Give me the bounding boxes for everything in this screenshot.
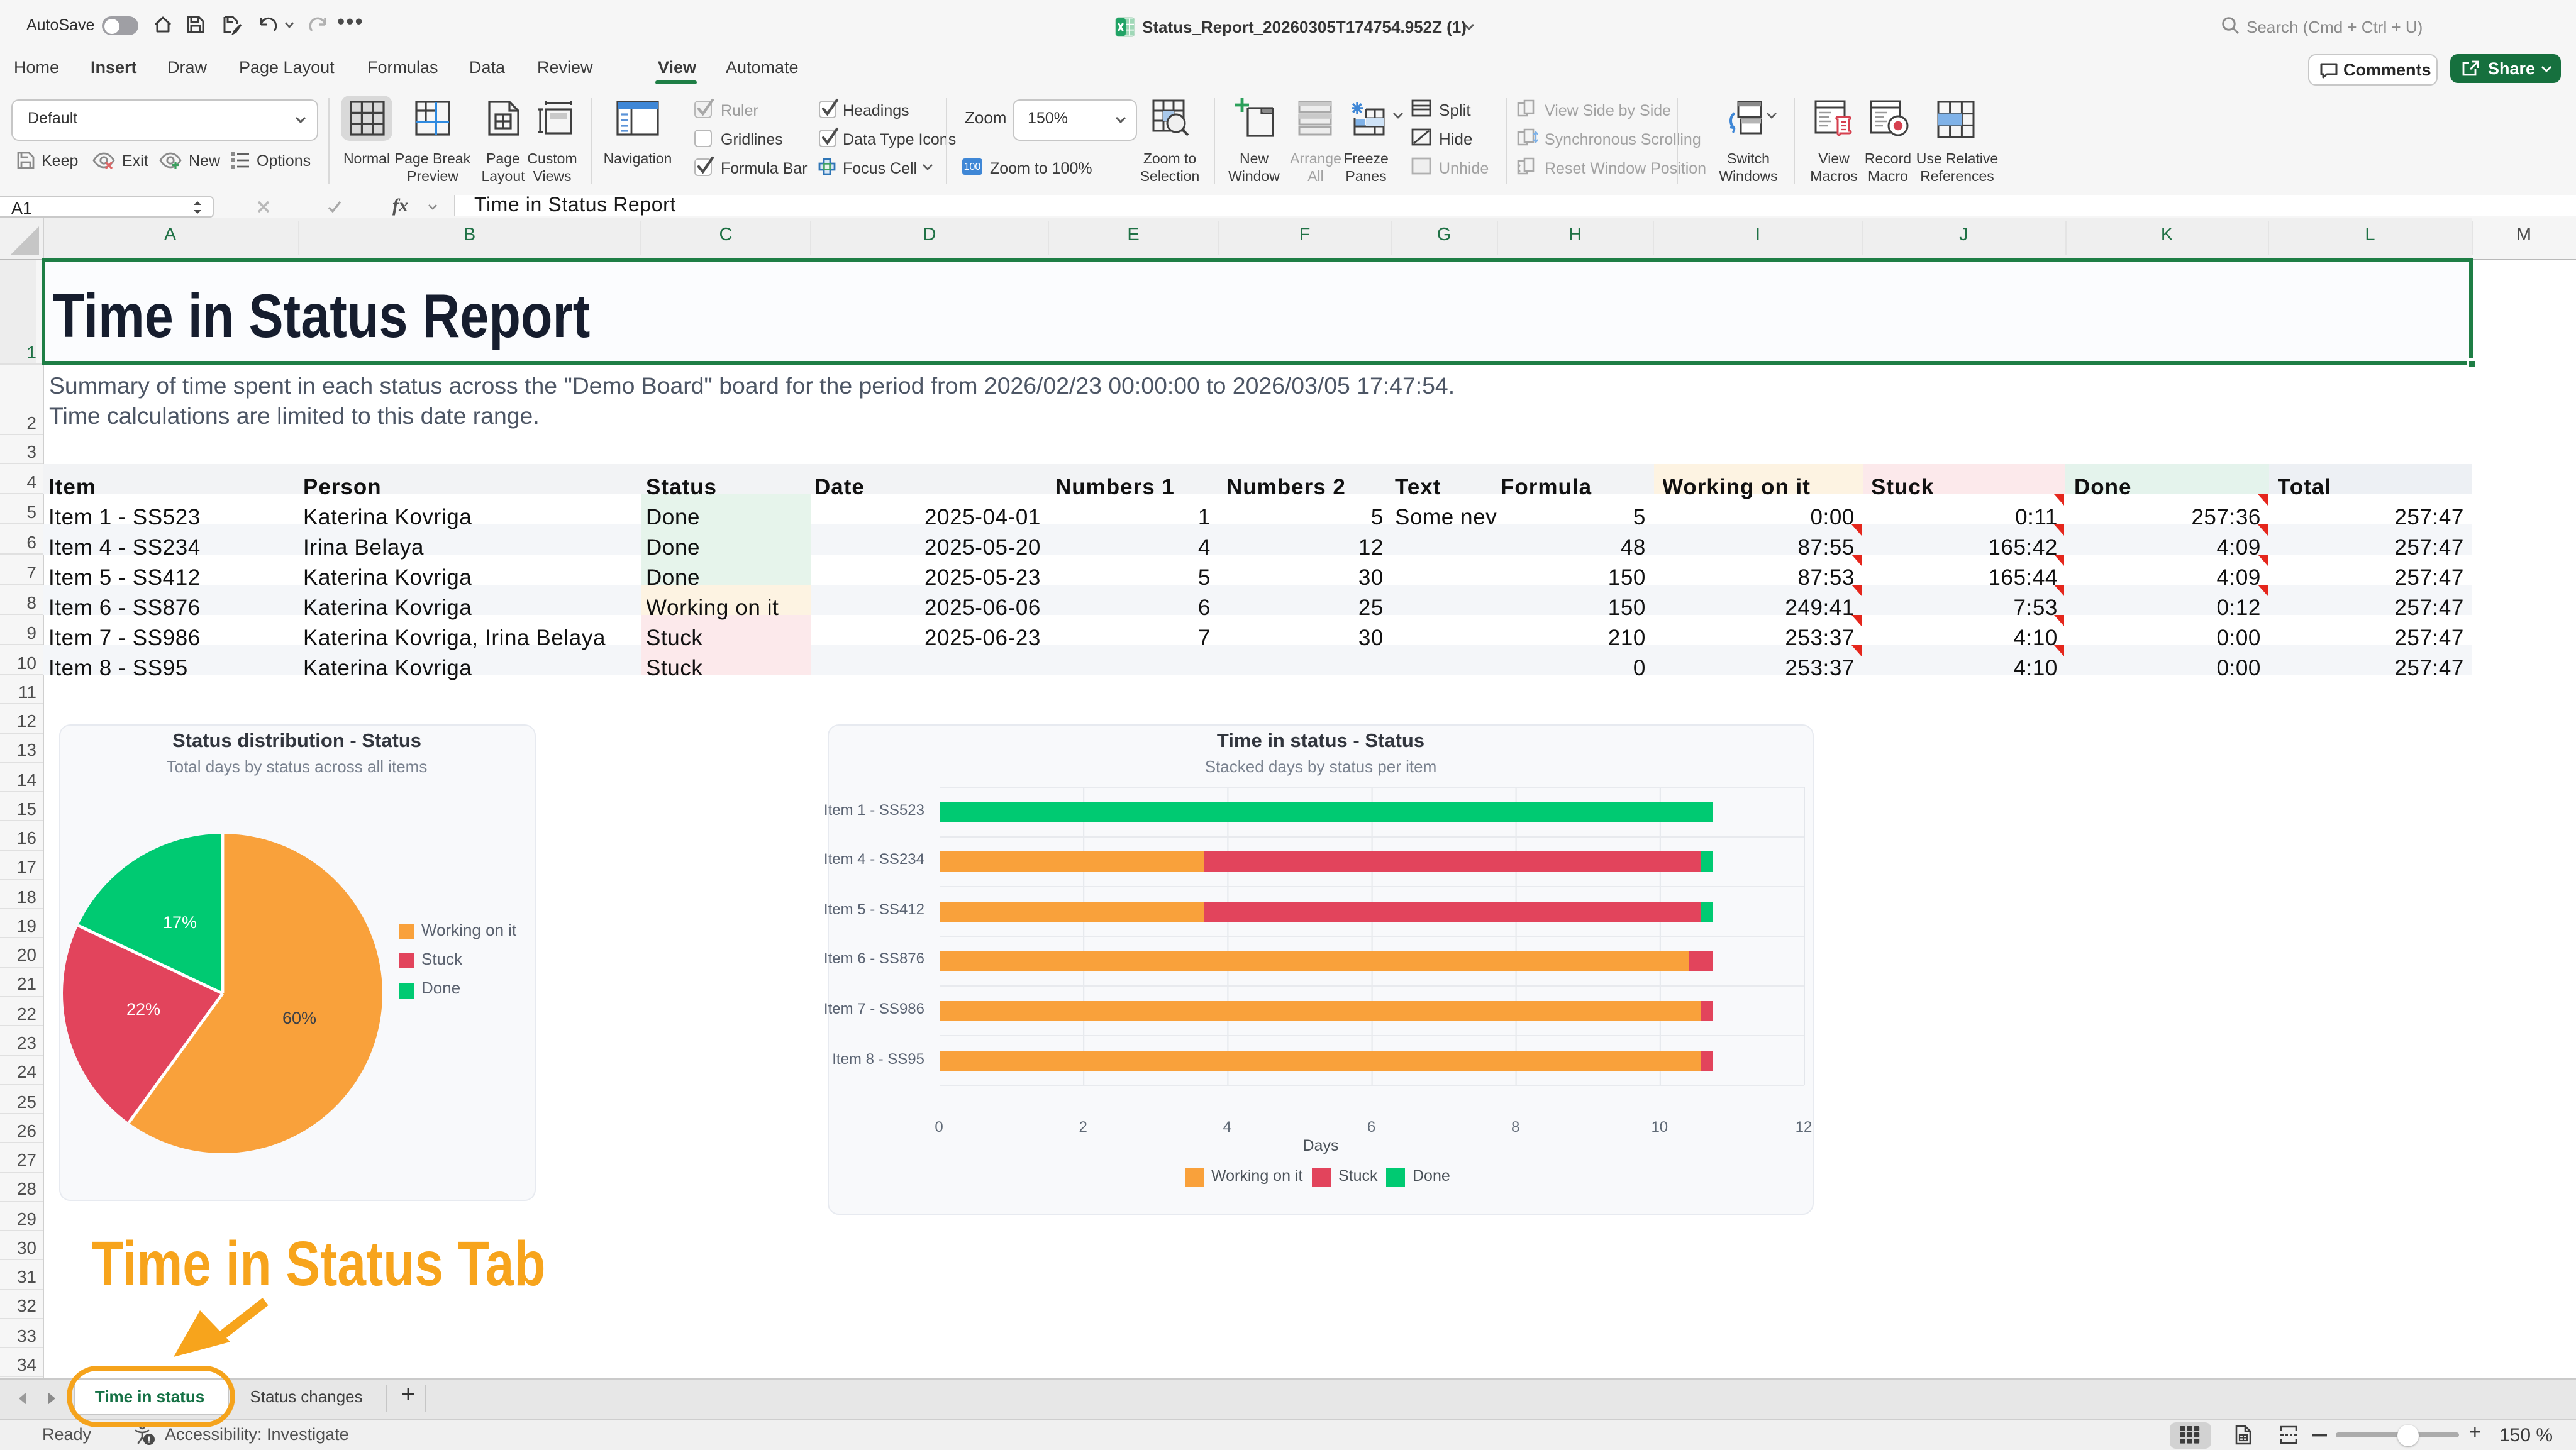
svg-text:!: !: [148, 1434, 151, 1445]
